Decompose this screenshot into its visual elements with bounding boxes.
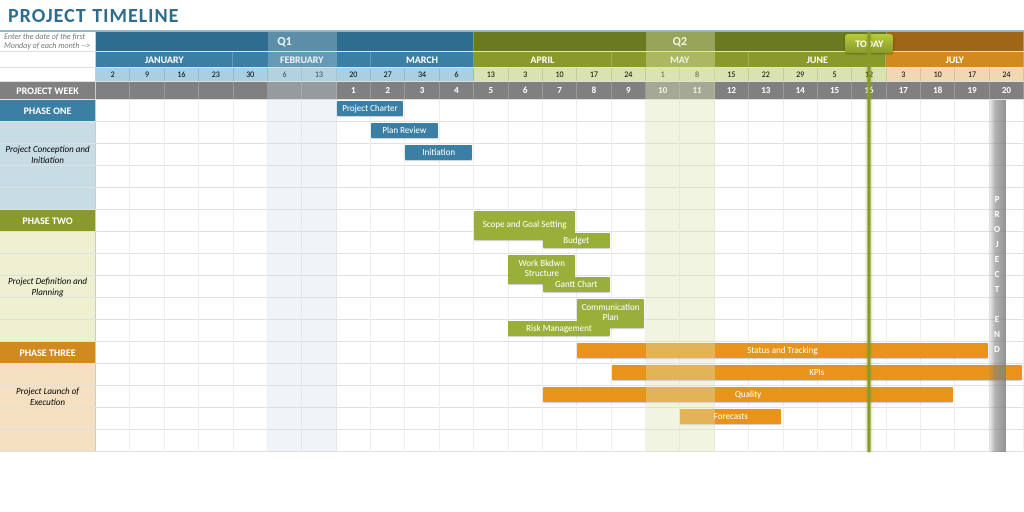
quarter-Q2: Q2: [474, 32, 886, 51]
phase-header: PHASE THREE: [0, 342, 96, 363]
week-cell: 10: [646, 82, 680, 99]
phase-body: [0, 232, 96, 253]
date-cell[interactable]: 20: [337, 68, 371, 81]
date-cell[interactable]: 3: [509, 68, 543, 81]
week-cell: [130, 82, 164, 99]
week-cell: 14: [784, 82, 818, 99]
date-cell[interactable]: 5: [818, 68, 852, 81]
gantt-bar[interactable]: KPIs: [612, 365, 1022, 380]
quarter-Q1: Q1: [96, 32, 474, 51]
phase-header: PHASE TWO: [0, 210, 96, 231]
week-cell: [165, 82, 199, 99]
month-april: APRIL: [474, 52, 611, 67]
week-cell: 3: [405, 82, 439, 99]
gantt-bar[interactable]: Plan Review: [371, 123, 438, 138]
week-cell: [199, 82, 233, 99]
date-cell[interactable]: 27: [371, 68, 405, 81]
quarter-q3: [887, 32, 1024, 51]
gantt-bar[interactable]: Project Charter: [337, 101, 404, 116]
gantt-bar[interactable]: Quality: [543, 387, 953, 402]
date-cell[interactable]: 34: [405, 68, 439, 81]
week-cell: 11: [680, 82, 714, 99]
gantt-bar[interactable]: Budget: [543, 233, 610, 248]
date-entry-note: Enter the date of the first Monday of ea…: [0, 32, 96, 51]
date-cell[interactable]: 13: [302, 68, 336, 81]
month-july: JULY: [886, 52, 1023, 67]
date-cell[interactable]: 17: [577, 68, 611, 81]
week-cell: [268, 82, 302, 99]
week-cell: 15: [818, 82, 852, 99]
week-cell: [302, 82, 336, 99]
week-cell: 20: [990, 82, 1024, 99]
phase-body: [0, 188, 96, 209]
project-week-label: PROJECT WEEK: [0, 82, 96, 99]
week-cell: [96, 82, 130, 99]
gantt-chart: Enter the date of the first Monday of ea…: [0, 32, 1024, 452]
month-june: JUNE: [749, 52, 886, 67]
phase-body: [0, 298, 96, 319]
phase-body: Project Conception and Initiation: [0, 144, 96, 165]
phase-body: [0, 364, 96, 385]
week-cell: 1: [337, 82, 371, 99]
week-cell: 7: [543, 82, 577, 99]
date-cell[interactable]: 6: [268, 68, 302, 81]
today-line: [868, 32, 871, 452]
date-cell[interactable]: 24: [990, 68, 1024, 81]
date-cell[interactable]: 8: [680, 68, 714, 81]
project-end-marker: PROJECT END: [988, 100, 1006, 452]
week-cell: 9: [612, 82, 646, 99]
phase-body: [0, 430, 96, 451]
phase-body: [0, 254, 96, 275]
phase-body: Project Launch of Execution: [0, 386, 96, 407]
gantt-bar[interactable]: Initiation: [405, 145, 472, 160]
week-cell: 8: [577, 82, 611, 99]
gantt-bar[interactable]: Forecasts: [680, 409, 781, 424]
phase-body: [0, 122, 96, 143]
phase-body: Project Definition and Planning: [0, 276, 96, 297]
phase-body: [0, 166, 96, 187]
month-january: JANUARY: [96, 52, 233, 67]
date-cell[interactable]: 29: [784, 68, 818, 81]
gantt-bar[interactable]: Status and Tracking: [577, 343, 987, 358]
month-may: MAY: [612, 52, 749, 67]
date-cell[interactable]: 23: [199, 68, 233, 81]
week-cell: [234, 82, 268, 99]
month-february: FEBRUARY: [233, 52, 370, 67]
date-cell[interactable]: 16: [165, 68, 199, 81]
week-cell: 4: [440, 82, 474, 99]
date-cell[interactable]: 1: [646, 68, 680, 81]
phase-body: [0, 408, 96, 429]
date-cell[interactable]: 15: [715, 68, 749, 81]
date-cell[interactable]: 30: [234, 68, 268, 81]
date-cell[interactable]: 3: [887, 68, 921, 81]
week-cell: 13: [749, 82, 783, 99]
date-cell[interactable]: 10: [543, 68, 577, 81]
date-row-label: [0, 68, 96, 81]
date-cell[interactable]: 13: [474, 68, 508, 81]
week-cell: 12: [715, 82, 749, 99]
date-cell[interactable]: 24: [612, 68, 646, 81]
date-cell[interactable]: 22: [749, 68, 783, 81]
date-cell[interactable]: 2: [96, 68, 130, 81]
week-cell: 18: [921, 82, 955, 99]
date-cell[interactable]: 17: [955, 68, 989, 81]
phase-body: [0, 320, 96, 341]
date-cell[interactable]: 9: [130, 68, 164, 81]
week-cell: 2: [371, 82, 405, 99]
date-cell[interactable]: 6: [440, 68, 474, 81]
date-cell[interactable]: 10: [921, 68, 955, 81]
phase-header: PHASE ONE: [0, 100, 96, 121]
gantt-bar[interactable]: Risk Management: [508, 321, 609, 336]
gantt-bar[interactable]: Gantt Chart: [543, 277, 610, 292]
week-cell: 17: [887, 82, 921, 99]
month-row-label: [0, 52, 96, 67]
page-title: PROJECT TIMELINE: [0, 0, 1024, 32]
week-cell: 6: [509, 82, 543, 99]
month-march: MARCH: [371, 52, 474, 67]
week-cell: 5: [474, 82, 508, 99]
week-cell: 19: [955, 82, 989, 99]
project-end-label: PROJECT END: [992, 194, 1003, 359]
